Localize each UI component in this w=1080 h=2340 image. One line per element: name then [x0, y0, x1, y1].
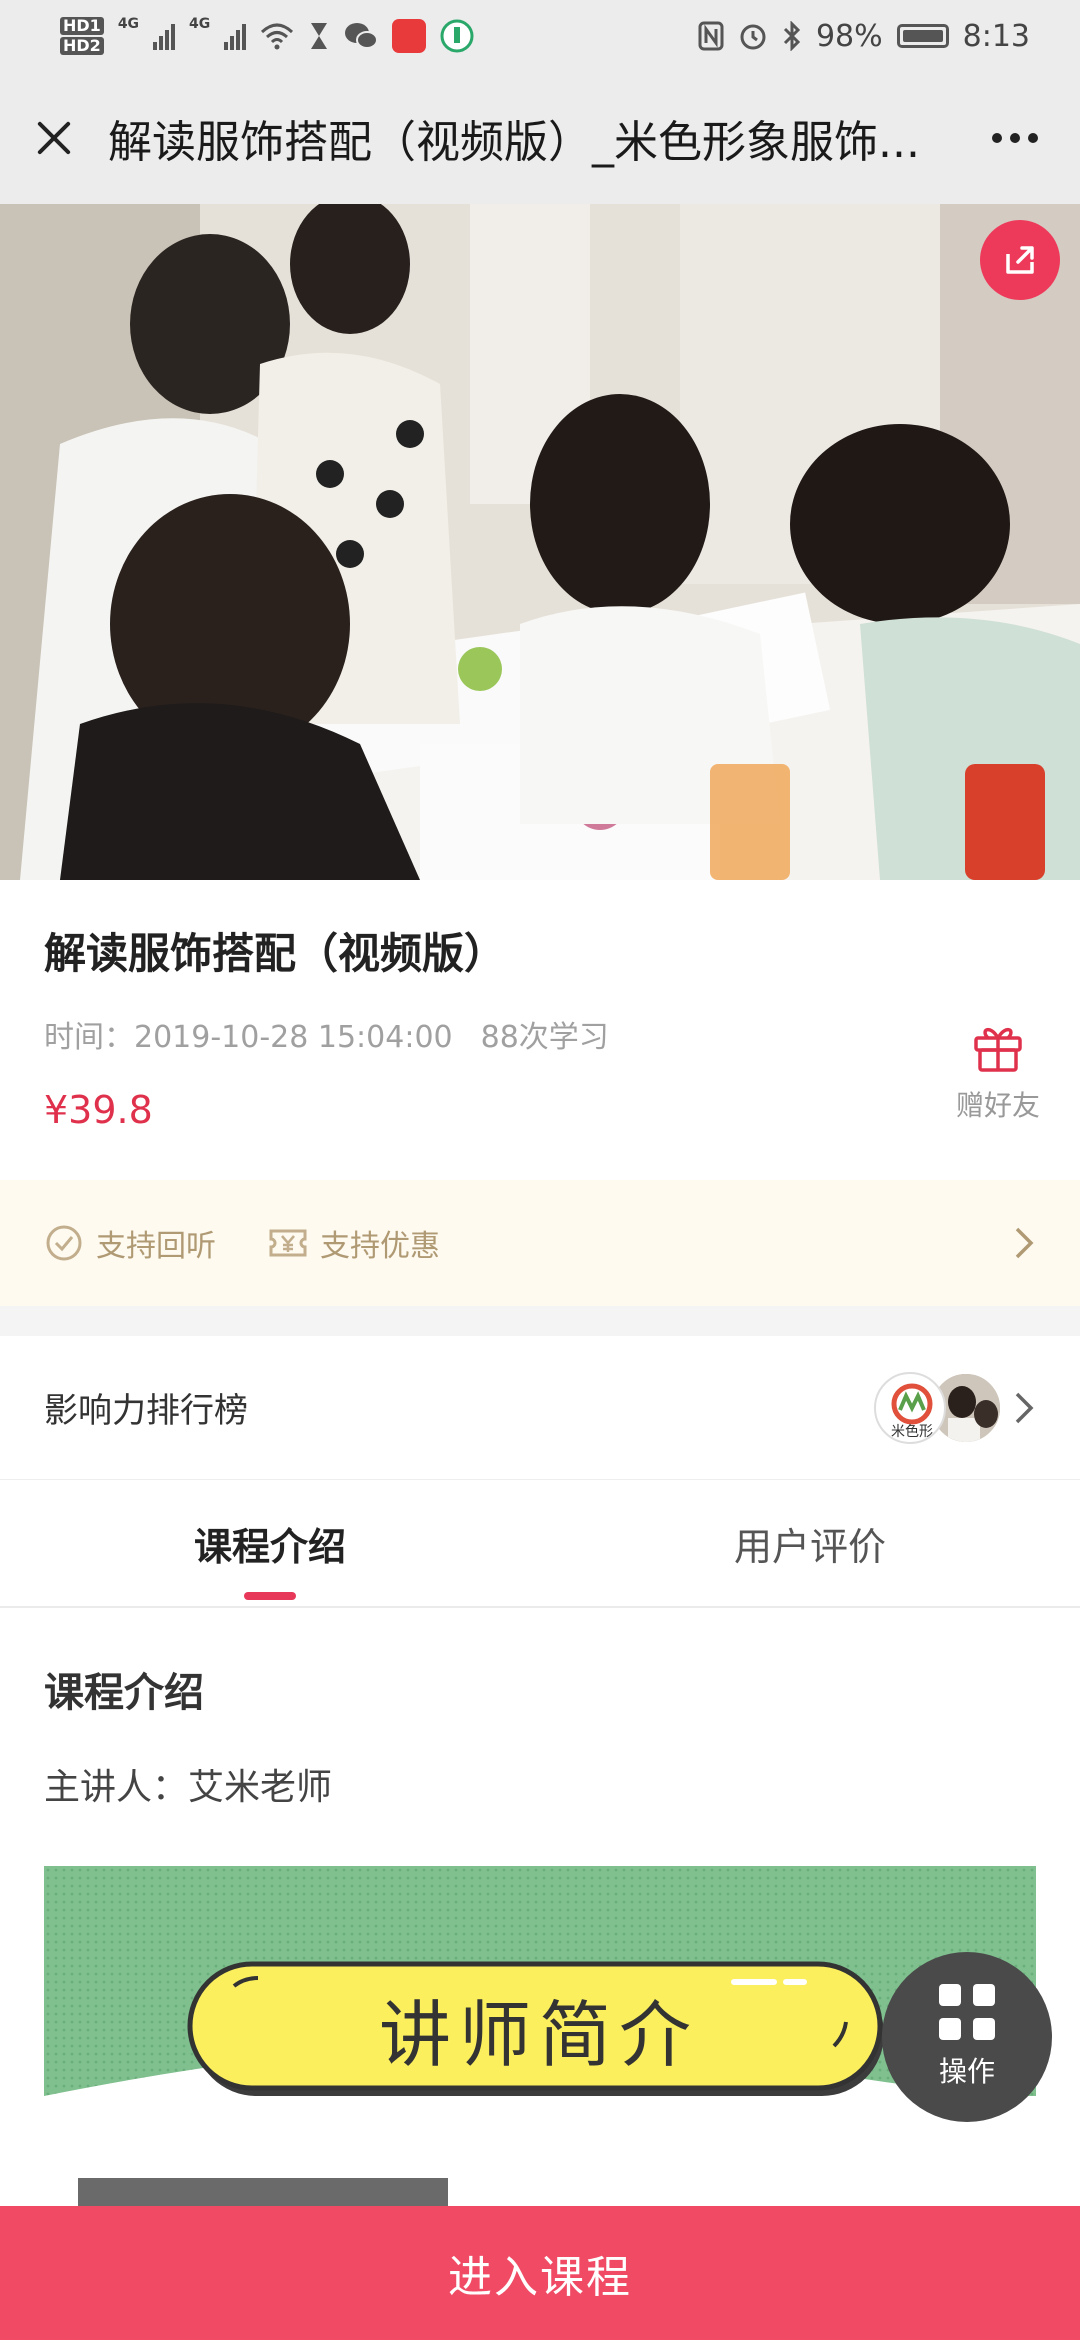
tab-course-intro[interactable]: 课程介绍 — [0, 1480, 540, 1606]
more-icon[interactable] — [980, 133, 1050, 143]
battery-icon — [896, 24, 949, 48]
ranking-avatars: 米色形 — [874, 1371, 1036, 1444]
share-button[interactable] — [980, 220, 1060, 300]
support-replay-label: 支持回听 — [96, 1229, 216, 1264]
tab-user-reviews[interactable]: 用户评价 — [540, 1480, 1080, 1606]
operation-fab[interactable]: 操作 — [882, 1952, 1052, 2122]
banner-title: 讲师简介 — [378, 1992, 699, 2077]
close-icon[interactable] — [30, 114, 78, 162]
section-divider — [0, 1306, 1080, 1336]
course-time: 时间：2019-10-28 15:04:00 — [44, 1020, 453, 1055]
intro-heading: 课程介绍 — [44, 1670, 204, 1716]
support-replay: 支持回听 — [44, 1221, 216, 1265]
course-title: 解读服饰搭配（视频版） — [44, 929, 507, 978]
gift-icon — [974, 1027, 1022, 1072]
status-left: HD1 HD2 4G 4G — [60, 16, 474, 56]
gift-label: 赠好友 — [955, 1089, 1040, 1122]
clock: 8:13 — [962, 18, 1030, 54]
course-cover-image — [0, 204, 1080, 880]
battery-percent: 98% — [815, 18, 883, 54]
wechat-icon — [345, 23, 379, 49]
share-icon — [1006, 246, 1034, 274]
instructor-banner: 讲师简介 — [44, 1866, 1036, 2116]
alarm-icon — [740, 24, 766, 50]
status-bar: HD1 HD2 4G 4G 98% 8:13 — [0, 0, 1080, 72]
enter-course-button[interactable]: 进入课程 — [0, 2206, 1080, 2340]
app-icon-red — [392, 19, 427, 53]
learn-count: 88次学习 — [480, 1020, 609, 1055]
support-row[interactable]: 支持回听 支持优惠 — [0, 1180, 1080, 1306]
support-discount: 支持优惠 — [268, 1221, 440, 1265]
signal-icon — [224, 22, 247, 50]
signal-icon — [153, 22, 176, 50]
ranking-label: 影响力排行榜 — [44, 1391, 248, 1431]
network-type-1: 4G — [117, 16, 140, 32]
bluetooth-icon — [783, 21, 801, 51]
chevron-right-icon — [1015, 1392, 1034, 1423]
gift-friend-button[interactable]: 赠好友 — [956, 1018, 1040, 1124]
avatar-text: 米色形 — [891, 1423, 933, 1440]
course-info: 解读服饰搭配（视频版） 时间：2019-10-28 15:04:00 88次学习 … — [0, 880, 1080, 1180]
hd-icon: HD1 HD2 — [60, 16, 104, 56]
course-price: ¥39.8 — [44, 1088, 153, 1132]
avatar: 米色形 — [874, 1371, 946, 1444]
content-tabs: 课程介绍 用户评价 — [0, 1480, 1080, 1608]
chevron-right-icon — [1015, 1227, 1034, 1259]
intro-speaker: 主讲人：艾米老师 — [44, 1767, 333, 1808]
nav-bar: 解读服饰搭配（视频版）_米色形象服饰... — [0, 72, 1080, 204]
page-title: 解读服饰搭配（视频版）_米色形象服饰... — [108, 117, 920, 168]
replay-check-icon — [46, 1225, 82, 1261]
wifi-icon — [261, 23, 294, 50]
nfc-icon — [698, 21, 724, 51]
coupon-icon — [269, 1229, 307, 1257]
hourglass-icon — [311, 23, 328, 49]
influence-ranking[interactable]: 影响力排行榜 米色形 — [0, 1336, 1080, 1480]
network-type-2: 4G — [189, 16, 211, 32]
course-meta: 时间：2019-10-28 15:04:00 88次学习 — [44, 1012, 609, 1056]
fab-label: 操作 — [938, 2055, 995, 2088]
support-discount-label: 支持优惠 — [320, 1229, 440, 1264]
grid-icon — [939, 1984, 995, 2040]
app-icon-green — [440, 19, 474, 53]
status-right: 98% 8:13 — [698, 19, 1030, 54]
